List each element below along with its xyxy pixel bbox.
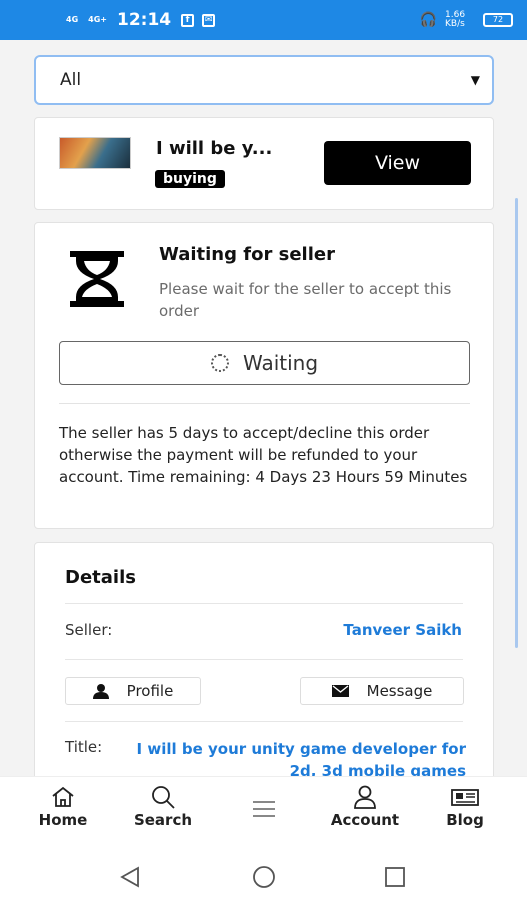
battery-icon: 72 xyxy=(483,13,513,27)
dropdown-arrow-icon: ▼ xyxy=(470,73,480,87)
status-right: 🎧 1.66 KB/s 72 xyxy=(420,11,513,29)
status-badge: buying xyxy=(155,170,225,188)
newspaper-icon xyxy=(451,789,479,806)
view-button[interactable]: View xyxy=(324,141,471,185)
envelope-icon xyxy=(331,685,349,697)
waiting-note: The seller has 5 days to accept/decline … xyxy=(59,424,468,486)
divider xyxy=(65,603,463,604)
nav-menu[interactable] xyxy=(250,797,278,823)
divider xyxy=(59,403,470,404)
status-bar: 4G 4G+ 12:14 f ✉ 🎧 1.66 KB/s 72 xyxy=(0,0,527,40)
profile-button-label: Profile xyxy=(126,682,174,700)
home-circle-icon[interactable] xyxy=(252,865,276,889)
nav-account[interactable]: Account xyxy=(326,785,404,829)
user-icon xyxy=(92,683,109,699)
recents-icon[interactable] xyxy=(384,866,406,888)
scrollbar[interactable] xyxy=(515,198,518,648)
nav-home[interactable]: Home xyxy=(36,785,90,829)
details-card: Details Seller: Tanveer Saikh Profile Me… xyxy=(34,542,494,776)
headphones-icon: 🎧 xyxy=(419,12,437,28)
spinner-icon xyxy=(210,354,229,372)
order-filter-select[interactable]: All ▼ xyxy=(34,55,494,105)
nav-blog-label: Blog xyxy=(446,811,484,829)
divider xyxy=(65,721,463,722)
waiting-subtitle: Please wait for the seller to accept thi… xyxy=(159,280,452,320)
details-title: Details xyxy=(65,567,136,588)
message-button[interactable]: Message xyxy=(300,677,464,705)
divider xyxy=(65,659,463,660)
clock: 12:14 xyxy=(116,10,172,30)
nav-account-label: Account xyxy=(330,811,400,829)
home-icon xyxy=(52,786,74,807)
signal-indicator-2: 4G+ xyxy=(88,15,107,24)
system-navigation-bar xyxy=(0,840,527,900)
order-page: All ▼ I will be y... buying View Waiting… xyxy=(0,40,527,776)
bottom-navigation: Home Search Account Blog xyxy=(0,776,527,840)
gig-thumbnail xyxy=(59,137,131,169)
waiting-title: Waiting for seller xyxy=(159,244,335,265)
waiting-card: Waiting for seller Please wait for the s… xyxy=(34,222,494,529)
profile-button[interactable]: Profile xyxy=(65,677,201,705)
menu-icon xyxy=(253,801,275,817)
nav-search[interactable]: Search xyxy=(130,785,196,829)
gig-title: I will be y... xyxy=(156,138,273,159)
nav-search-label: Search xyxy=(133,811,193,829)
nav-blog[interactable]: Blog xyxy=(443,785,487,829)
signal-indicator-1: 4G xyxy=(66,15,79,24)
title-label: Title: xyxy=(65,738,103,756)
network-speed: 1.66 KB/s xyxy=(445,10,466,29)
seller-label: Seller: xyxy=(65,621,113,639)
waiting-button-label: Waiting xyxy=(242,351,319,375)
nav-home-label: Home xyxy=(38,811,88,829)
search-icon xyxy=(152,786,175,809)
message-button-label: Message xyxy=(366,682,433,700)
filter-value: All xyxy=(60,70,82,90)
account-icon xyxy=(354,785,376,809)
gig-title-link[interactable]: I will be your unity game developer for … xyxy=(126,738,466,776)
email-notification-icon: ✉ xyxy=(202,13,216,27)
hourglass-icon xyxy=(70,251,124,307)
gig-card: I will be y... buying View xyxy=(34,117,494,210)
seller-name-link[interactable]: Tanveer Saikh xyxy=(343,621,462,639)
back-icon[interactable] xyxy=(118,866,142,888)
facebook-notification-icon: f xyxy=(181,13,195,27)
waiting-button[interactable]: Waiting xyxy=(59,341,470,385)
